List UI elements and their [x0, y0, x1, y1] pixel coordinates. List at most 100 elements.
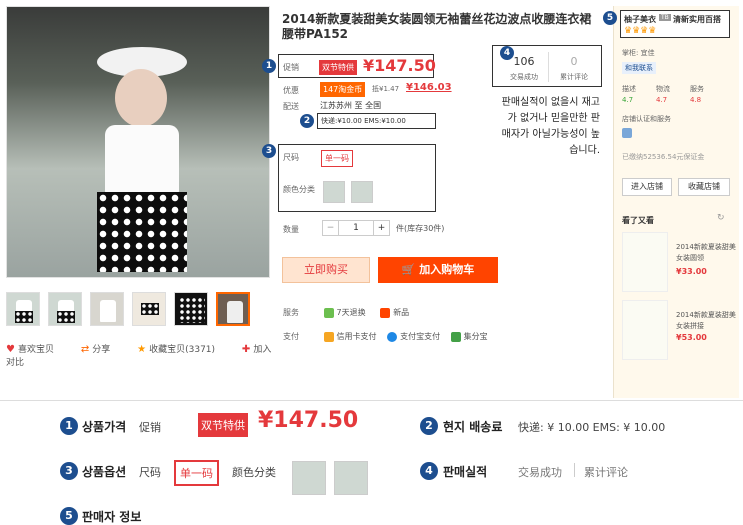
quantity-stepper: − 1 + [322, 220, 390, 236]
legend-num-1: 1 [60, 417, 78, 435]
buy-now-button[interactable]: 立即购买 [282, 257, 370, 283]
size-label: 尺码 [283, 153, 299, 162]
discount-tag-2: 抵¥1.47 [372, 85, 400, 93]
legend-swatch-2 [334, 461, 368, 495]
points-icon [450, 331, 461, 342]
qty-input[interactable]: 1 [339, 221, 373, 235]
thumbnail-5[interactable] [174, 292, 208, 326]
store-auth-label: 店铺认证和服务 [622, 115, 671, 123]
legend-swatch-1 [292, 461, 326, 495]
legend-num-4: 4 [420, 462, 438, 480]
callout-2: 2 [300, 114, 314, 128]
seller-name-box: 柚子美衣 TB 清新实用百搭 ♛♛♛♛ [620, 10, 730, 38]
ship-route[interactable]: 江苏苏州 至 全国 [320, 100, 381, 111]
add-to-cart-button[interactable]: 🛒 加入购物车 [378, 257, 498, 283]
dress-skirt-shape [97, 192, 187, 272]
seller-slogan: 清新实用百搭 [673, 15, 721, 24]
color-swatch-2[interactable] [351, 181, 373, 203]
legend-shipping: 快递: ¥ 10.00 EMS: ¥ 10.00 [518, 421, 666, 434]
main-product-image[interactable] [6, 6, 270, 278]
favorite-link[interactable]: ★ 收藏宝贝(3371) [137, 344, 227, 355]
rate-value-desc: 4.7 [622, 96, 634, 104]
korean-annotation: 판매실적이 없을시 재고가 없거나 믿을만한 판매자가 아닐가능성이 높습니다. [501, 97, 600, 156]
also-viewed-price-1: ¥33.00 [676, 267, 707, 276]
thumbnail-3[interactable] [90, 292, 124, 326]
service-return[interactable]: 7天退换 [337, 308, 366, 317]
legend-title-2: 현지 배송료 [443, 420, 503, 434]
service-label: 服务 [283, 308, 299, 317]
promo-price-box: 促销 双节特供 ¥147.50 [278, 54, 436, 78]
rate-label-service: 服务 [690, 85, 704, 93]
reviews-count: 0 [570, 55, 578, 68]
pay-label: 支付 [283, 332, 299, 341]
favorite-store-button[interactable]: 收藏店铺 [678, 178, 730, 196]
color-swatch-1[interactable] [323, 181, 345, 203]
credit-card-icon [323, 331, 334, 342]
legend-size-tag: 单一码 [174, 460, 219, 486]
qty-label: 数量 [283, 225, 299, 234]
sales-count-label: 交易成功 [510, 73, 538, 81]
return-icon [323, 307, 334, 318]
star-icon: ★ [137, 344, 147, 355]
legend-promo-tag: 双节特供 [198, 413, 248, 437]
thumbnail-6[interactable] [216, 292, 250, 326]
pay-alipay[interactable]: 支付宝支付 [400, 332, 440, 341]
legend-label-1: 促销 [139, 421, 161, 434]
also-viewed-name-1[interactable]: 2014新款夏装甜美女装圆领 [676, 242, 736, 264]
alipay-icon [387, 331, 398, 342]
new-icon [380, 307, 391, 318]
discount-tag: 147淘金币 [320, 82, 366, 97]
face-shape [115, 69, 167, 127]
also-viewed-image-2[interactable] [622, 300, 668, 360]
service-new[interactable]: 新品 [393, 308, 409, 317]
share-link[interactable]: ⇄ 分享 [80, 344, 122, 355]
legend-num-5: 5 [60, 507, 78, 525]
qty-plus-button[interactable]: + [373, 221, 389, 235]
promo-label: 促销 [283, 63, 299, 72]
legend-title-3: 상품옵션 [82, 465, 127, 479]
rate-label-logistics: 物流 [656, 85, 670, 93]
enter-store-button[interactable]: 进入店铺 [622, 178, 672, 196]
stock-text: 件(库存30件) [396, 224, 445, 233]
legend-num-3: 3 [60, 462, 78, 480]
auth-icon [622, 128, 632, 138]
legend-title-1: 상품가격 [82, 420, 127, 434]
also-viewed-heading: 看了又看 [622, 216, 654, 225]
rate-value-service: 4.8 [690, 96, 702, 104]
pay-points[interactable]: 集分宝 [464, 332, 488, 341]
product-title: 2014新款夏装甜美女装圆领无袖蕾丝花边波点收腰连衣裙腰带PA152 [282, 12, 592, 41]
rate-value-logistics: 4.7 [656, 96, 668, 104]
manager-label: 掌柜: 宜佳 [622, 49, 655, 57]
pay-credit[interactable]: 信用卡支付 [337, 332, 377, 341]
seller-name-badge: TB [659, 14, 671, 21]
like-link[interactable]: ♥ 喜欢宝贝 [6, 344, 66, 355]
thumbnail-1[interactable] [6, 292, 40, 326]
rate-label-desc: 描述 [622, 85, 636, 93]
thumbnail-4[interactable] [132, 292, 166, 326]
legend-title-4: 판매실적 [443, 465, 488, 479]
thumbnail-strip [6, 292, 256, 328]
heart-icon: ♥ [6, 344, 15, 355]
contact-seller-link[interactable]: 和我联系 [622, 62, 656, 74]
also-viewed-name-2[interactable]: 2014新款夏装甜美女装拼接 [676, 310, 736, 332]
refresh-icon[interactable]: ↻ [717, 213, 725, 223]
service-row: 服务 7天退换 新品 [283, 307, 513, 318]
options-box: 尺码 单一码 颜色分类 [278, 144, 436, 212]
share-icon: ⇄ [80, 344, 90, 355]
seller-name[interactable]: 柚子美衣 [624, 14, 656, 25]
qty-minus-button[interactable]: − [323, 221, 339, 235]
legend-size-label: 尺码 [139, 466, 161, 479]
legend-sales-b: 累计评论 [584, 466, 628, 479]
original-price: ¥146.03 [406, 82, 452, 93]
cart-icon: 🛒 [401, 263, 420, 276]
callout-3: 3 [262, 144, 276, 158]
also-viewed-image-1[interactable] [622, 232, 668, 292]
sales-record-box: 106 交易成功 0 累计评论 [492, 45, 602, 87]
callout-1: 1 [262, 59, 276, 73]
color-label: 颜色分类 [283, 185, 315, 194]
promo-tag: 双节特供 [319, 60, 357, 75]
discount-label: 优惠 [283, 86, 299, 95]
size-option[interactable]: 单一码 [321, 150, 353, 167]
thumbnail-2[interactable] [48, 292, 82, 326]
sales-divider [548, 52, 549, 82]
